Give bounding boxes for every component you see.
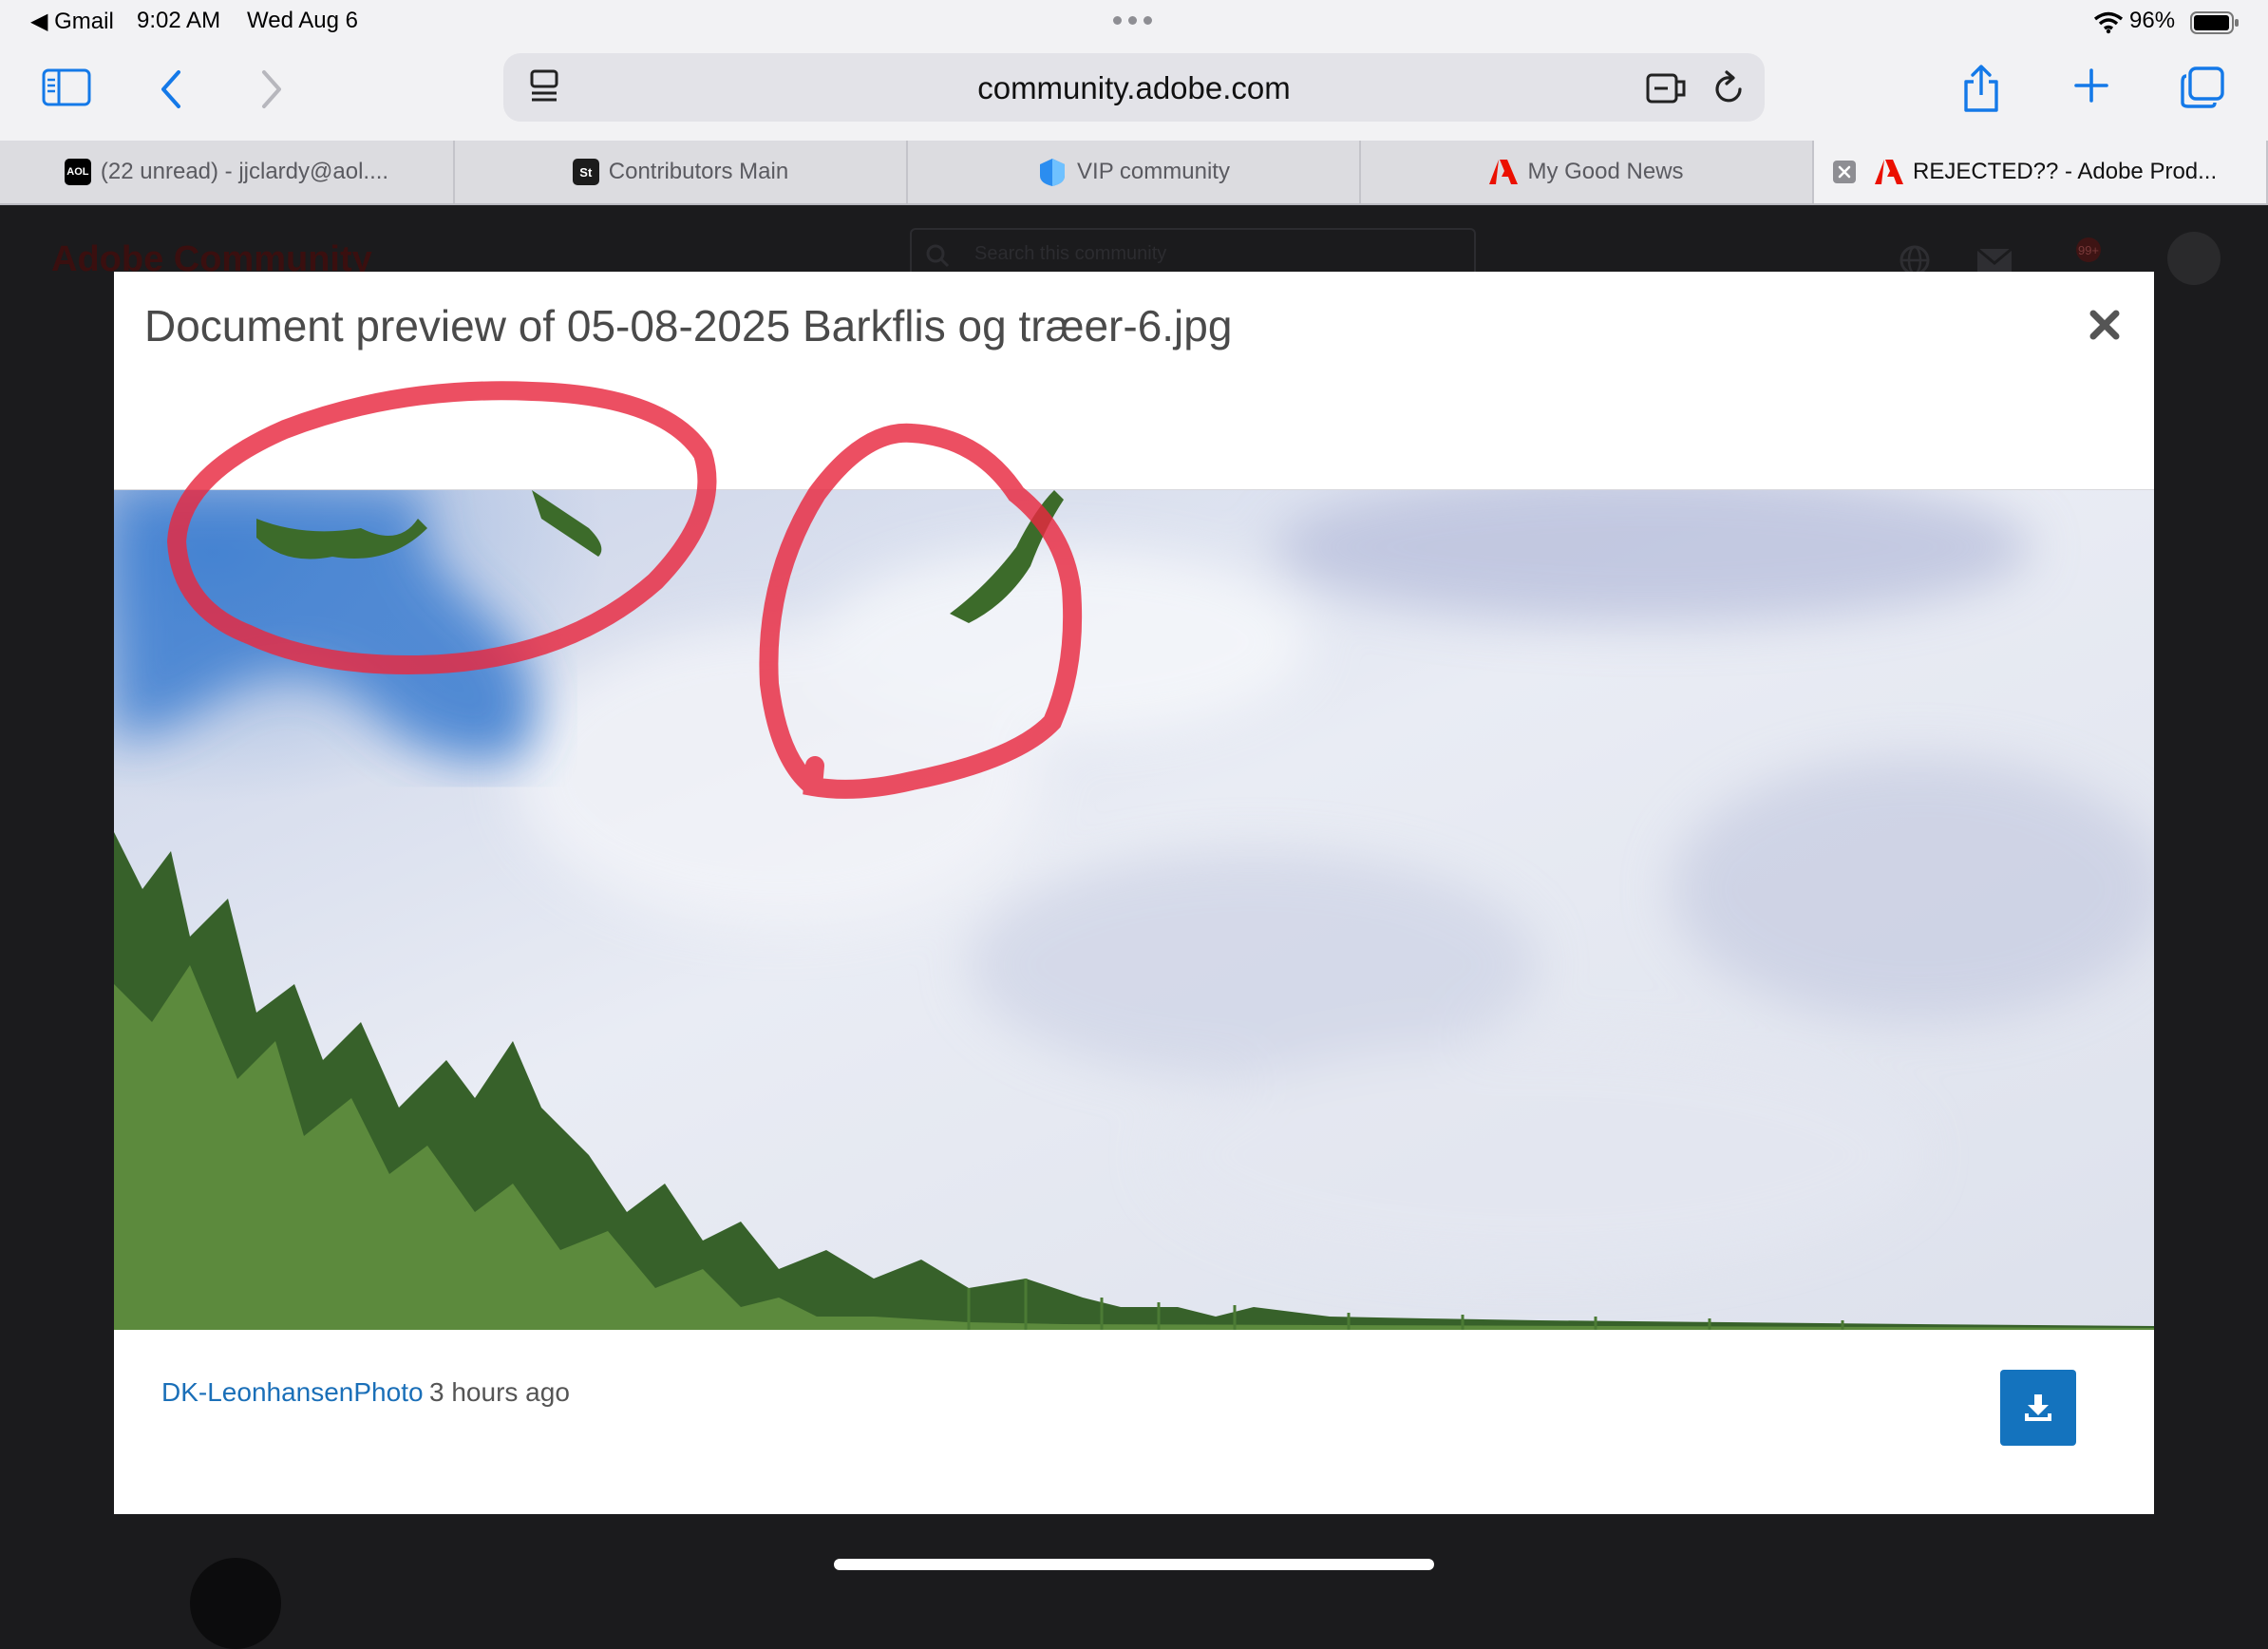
- close-tab-icon[interactable]: [1833, 161, 1856, 183]
- reader-extension-icon[interactable]: [1645, 70, 1687, 106]
- post-time: 3 hours ago: [429, 1377, 570, 1407]
- tab-label: (22 unread) - jjclardy@aol....: [100, 159, 389, 184]
- tab-overview-icon[interactable]: [2179, 65, 2226, 110]
- vip-icon: [1040, 159, 1066, 186]
- back-to-app-link[interactable]: ◀ Gmail: [30, 8, 114, 35]
- modal-footer: DK-LeonhansenPhoto 3 hours ago: [114, 1330, 2154, 1514]
- multitasking-dots[interactable]: [1113, 9, 1157, 30]
- tab-label: Contributors Main: [608, 159, 789, 184]
- stock-icon: St: [572, 159, 599, 185]
- battery-percent: 96%: [2129, 8, 2176, 33]
- download-button[interactable]: [2000, 1370, 2076, 1446]
- tab-aol-mail[interactable]: AOL (22 unread) - jjclardy@aol....: [0, 141, 455, 203]
- document-preview-modal: Document preview of 05-08-2025 Barkflis …: [114, 272, 2154, 1514]
- wifi-icon: [2093, 11, 2124, 34]
- adobe-icon: [1489, 160, 1519, 184]
- search-placeholder: Search this community: [974, 243, 1167, 264]
- tab-vip-community[interactable]: VIP community: [908, 141, 1361, 203]
- download-icon: [2025, 1394, 2051, 1421]
- share-icon[interactable]: [1960, 63, 2002, 114]
- modal-title: Document preview of 05-08-2025 Barkflis …: [144, 301, 1233, 351]
- preview-image: [114, 490, 2154, 1330]
- tab-rejected-adobe[interactable]: REJECTED?? - Adobe Prod...: [1814, 141, 2268, 203]
- back-icon[interactable]: [158, 68, 184, 110]
- tab-label: REJECTED?? - Adobe Prod...: [1913, 159, 2218, 184]
- post-author-avatar: [190, 1558, 281, 1649]
- adobe-icon: [1875, 160, 1903, 184]
- tab-strip: AOL (22 unread) - jjclardy@aol.... St Co…: [0, 141, 2268, 205]
- tab-contributors-main[interactable]: St Contributors Main: [455, 141, 908, 203]
- close-icon: [2089, 310, 2120, 340]
- notification-badge: 99+: [2076, 237, 2101, 262]
- tab-label: My Good News: [1527, 159, 1684, 184]
- avatar: [2167, 232, 2221, 285]
- close-button[interactable]: [2084, 304, 2126, 346]
- sidebar-icon[interactable]: [42, 66, 91, 108]
- status-time: 9:02 AM: [137, 8, 221, 33]
- new-tab-icon[interactable]: [2072, 66, 2110, 104]
- search-icon: [926, 244, 950, 268]
- forward-icon[interactable]: [258, 68, 285, 110]
- battery-icon: [2190, 11, 2239, 34]
- tab-my-good-news[interactable]: My Good News: [1361, 141, 1814, 203]
- home-indicator: [834, 1559, 1434, 1570]
- aol-icon: AOL: [64, 159, 91, 185]
- author-link[interactable]: DK-LeonhansenPhoto: [161, 1377, 424, 1408]
- address-bar[interactable]: community.adobe.com: [503, 53, 1765, 122]
- reload-icon[interactable]: [1711, 70, 1746, 106]
- status-date: Wed Aug 6: [247, 8, 358, 33]
- url-text[interactable]: community.adobe.com: [503, 70, 1765, 106]
- tab-label: VIP community: [1077, 159, 1230, 184]
